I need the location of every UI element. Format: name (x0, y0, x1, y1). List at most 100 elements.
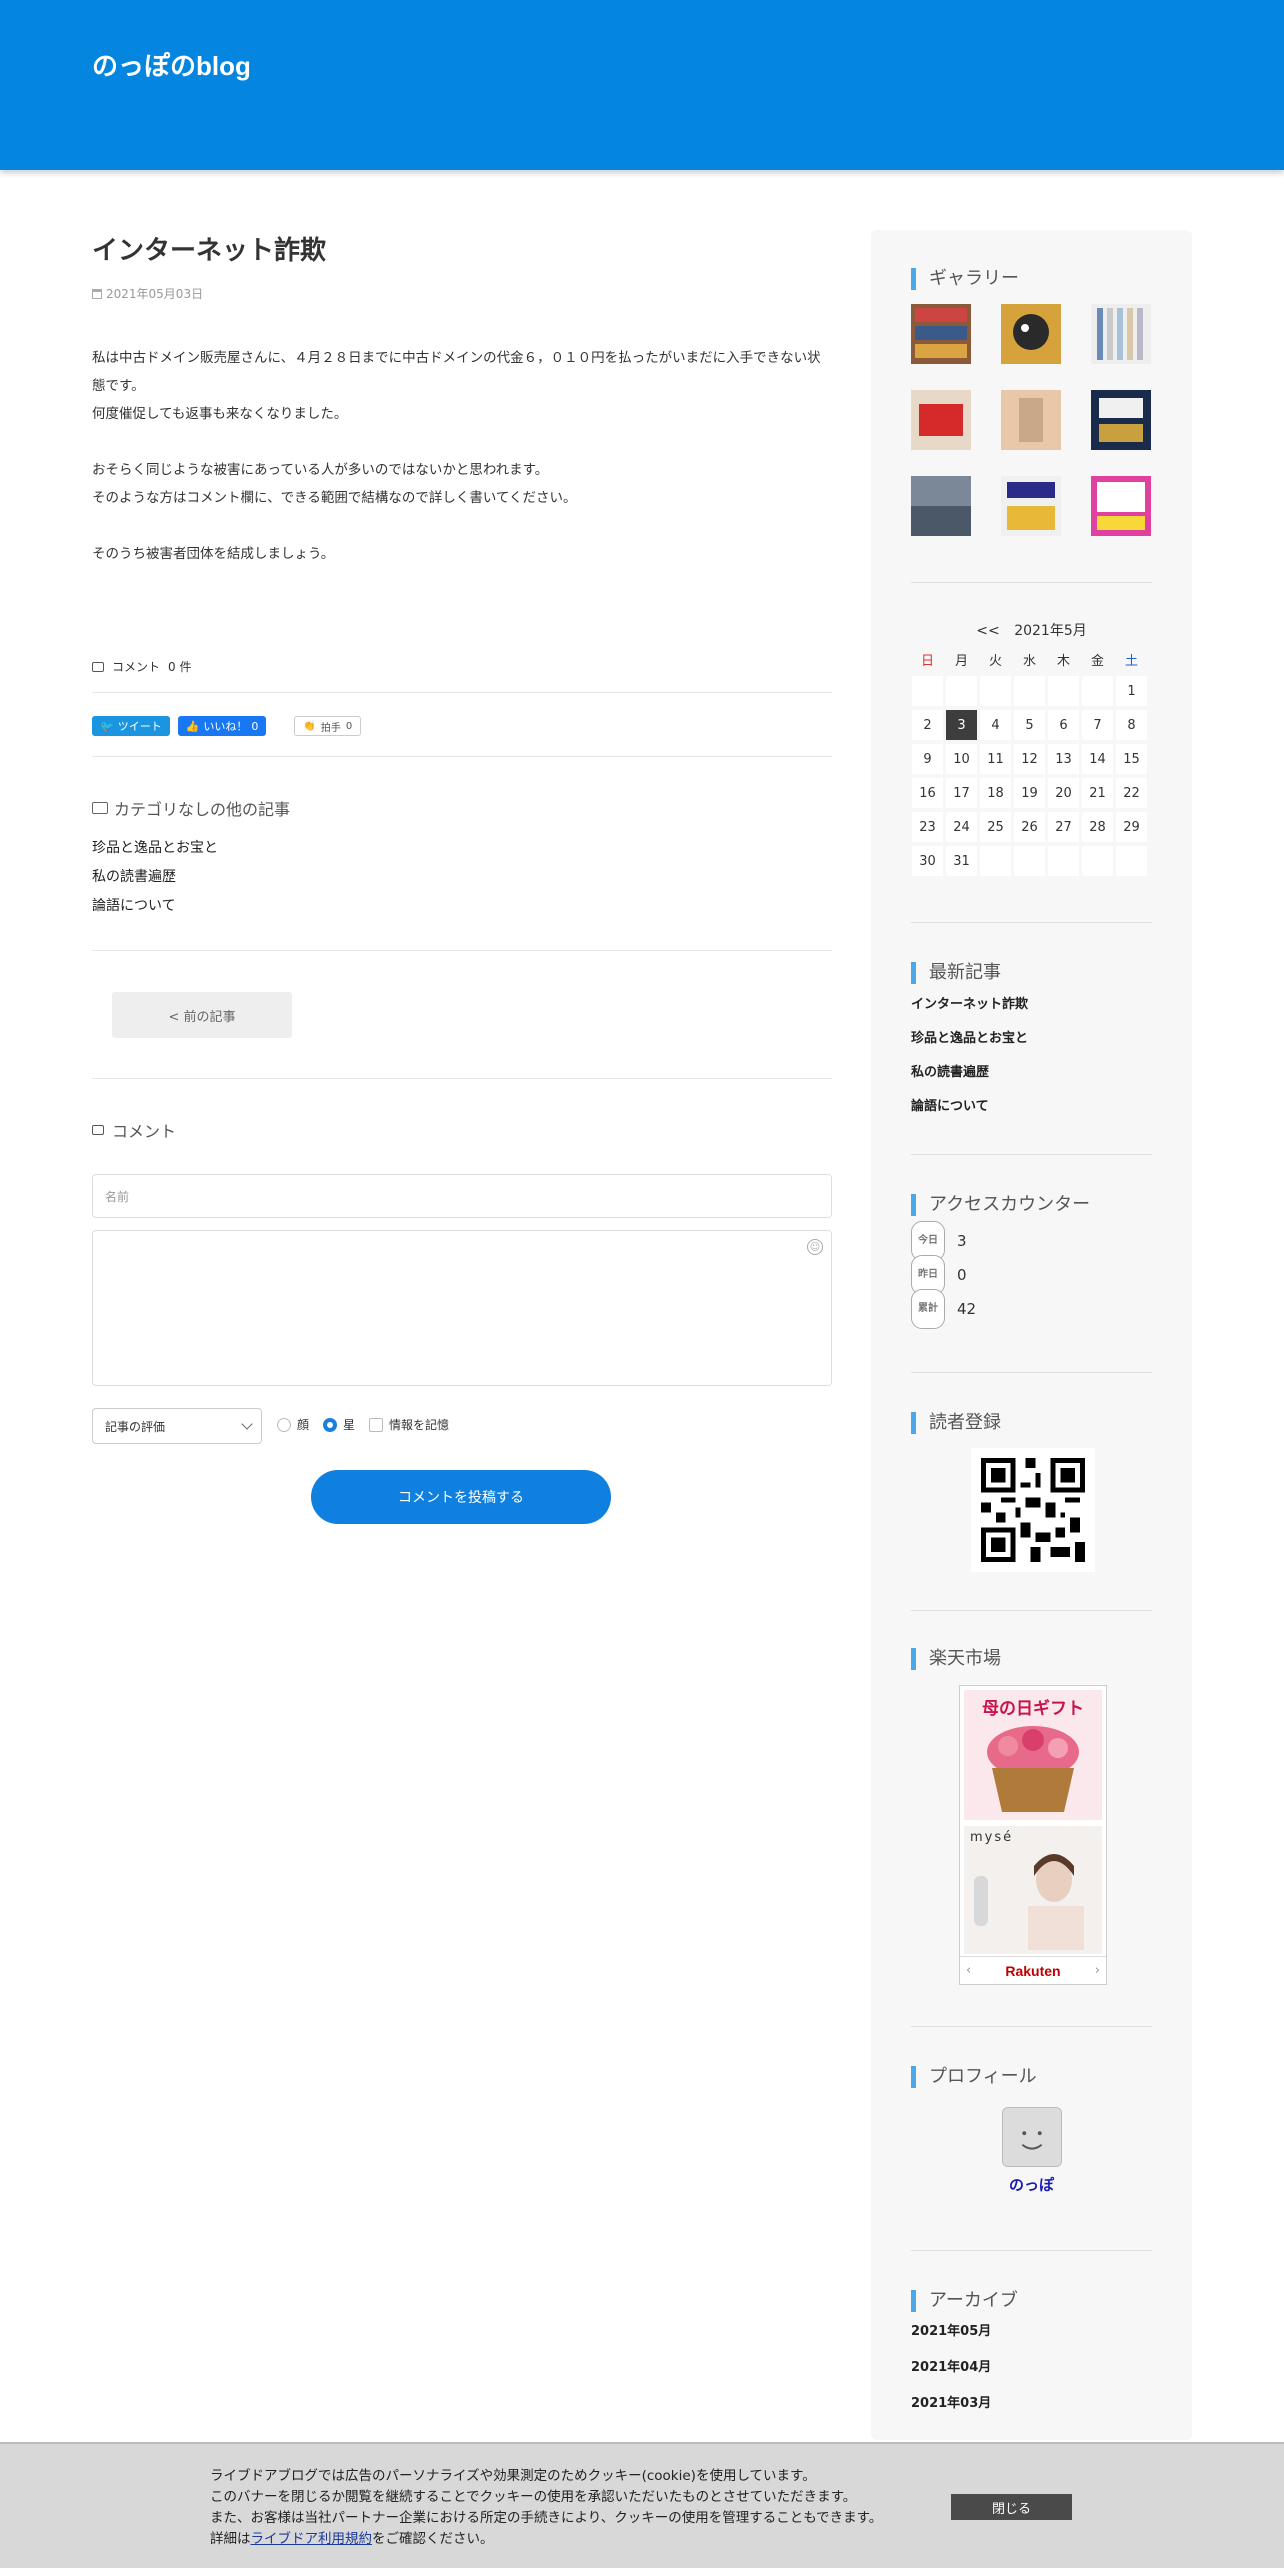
calendar-day[interactable]: 21 (1082, 778, 1113, 808)
gallery-thumb[interactable] (1091, 304, 1151, 364)
calendar-day[interactable]: 4 (980, 710, 1011, 740)
recent-item[interactable]: 論語について (911, 1090, 1028, 1124)
calendar-prev-link[interactable]: << (976, 623, 999, 639)
recent-item[interactable]: 私の読書遍歴 (911, 1056, 1028, 1090)
calendar-day[interactable]: 12 (1014, 744, 1045, 774)
rating-select[interactable]: 記事の評価 (92, 1408, 262, 1444)
rakuten-banner-myse[interactable]: mysé (964, 1826, 1102, 1954)
calendar-day[interactable]: 11 (980, 744, 1011, 774)
article-title[interactable]: インターネット詐欺 (92, 230, 832, 267)
gallery-thumb[interactable] (1091, 476, 1151, 536)
tweet-button[interactable]: 🐦 ツイート (92, 716, 170, 736)
cookie-line: また、お客様は当社パートナー企業における所定の手続きにより、クッキーの使用を管理… (210, 2510, 883, 2526)
clap-button[interactable]: 👏 拍手 0 (294, 716, 362, 736)
rakuten-logo[interactable]: Rakuten (1005, 1963, 1060, 1979)
calendar-day[interactable]: 29 (1116, 812, 1147, 842)
cookie-line: このバナーを閉じるか閲覧を継続することでクッキーの使用を承認いただいたものとさせ… (210, 2489, 857, 2505)
calendar-day[interactable]: 1 (1116, 676, 1147, 706)
rakuten-widget[interactable]: 母の日ギフト mysé ‹ Rakuten › (959, 1685, 1107, 1985)
calendar-day[interactable]: 30 (912, 846, 943, 876)
avatar[interactable] (1002, 2107, 1062, 2167)
divider (92, 692, 832, 693)
checkbox-indicator (369, 1417, 384, 1432)
article-paragraph (92, 428, 832, 456)
name-placeholder: 名前 (105, 1189, 130, 1204)
calendar-day[interactable]: 25 (980, 812, 1011, 842)
calendar-day[interactable]: 7 (1082, 710, 1113, 740)
gallery-thumb[interactable] (911, 476, 971, 536)
chevron-right-icon[interactable]: › (1095, 1963, 1100, 1978)
calendar-day[interactable]: 9 (912, 744, 943, 774)
calendar-day[interactable]: 27 (1048, 812, 1079, 842)
sidebar: ギャラリー << 2021年5月 日月火水木金土 1 2 3 4 5 6 7 8 9 10 11 12 1… (871, 230, 1192, 2440)
category-item[interactable]: 私の読書遍歴 (92, 863, 218, 892)
calendar-day[interactable]: 13 (1048, 744, 1079, 774)
clap-count: 0 (345, 720, 353, 732)
archive-list: 2021年05月 2021年04月 2021年03月 (911, 2314, 991, 2422)
prev-article-button[interactable]: < 前の記事 (112, 992, 292, 1038)
calendar-grid: 日月火水木金土 1 2 3 4 5 6 7 8 9 10 11 12 13 14 15 16 17 18 19 20 21… (911, 650, 1152, 878)
calendar-day[interactable]: 14 (1082, 744, 1113, 774)
cookie-close-button[interactable]: 閉じる (951, 2494, 1072, 2520)
gallery-thumb[interactable] (1001, 304, 1061, 364)
chevron-left-icon[interactable]: ‹ (966, 1963, 971, 1978)
calendar-day[interactable]: 23 (912, 812, 943, 842)
calendar-day[interactable]: 2 (912, 710, 943, 740)
calendar-day[interactable]: 8 (1116, 710, 1147, 740)
name-input[interactable]: 名前 (92, 1174, 832, 1218)
comment-count[interactable]: コメント 0 件 (92, 658, 191, 675)
comment-textarea[interactable]: ☺ (92, 1230, 832, 1386)
profile-name[interactable]: のっぽ (871, 2174, 1192, 2195)
gallery-thumb[interactable] (1091, 390, 1151, 450)
clap-label: 拍手 (320, 722, 341, 734)
archive-item[interactable]: 2021年03月 (911, 2386, 991, 2422)
calendar-day[interactable]: 28 (1082, 812, 1113, 842)
archive-item[interactable]: 2021年04月 (911, 2350, 991, 2386)
calendar-day[interactable]: 19 (1014, 778, 1045, 808)
calendar-day[interactable]: 15 (1116, 744, 1147, 774)
qr-code[interactable] (971, 1448, 1095, 1572)
calendar-day[interactable]: 6 (1048, 710, 1079, 740)
category-list: 珍品と逸品とお宝と 私の読書遍歴 論語について (92, 834, 218, 921)
comment-icon (92, 661, 104, 672)
chevron-down-icon (241, 1418, 253, 1430)
submit-comment-button[interactable]: コメントを投稿する (311, 1470, 611, 1524)
calendar-day[interactable]: 20 (1048, 778, 1079, 808)
recent-item[interactable]: 珍品と逸品とお宝と (911, 1022, 1028, 1056)
article-paragraph: おそらく同じような被害にあっている人が多いのではないかと思われます。 (92, 462, 549, 478)
recent-title: 最新記事 (911, 962, 1001, 984)
calendar-day[interactable]: 24 (946, 812, 977, 842)
calendar-day[interactable]: 31 (946, 846, 977, 876)
category-item[interactable]: 論語について (92, 892, 218, 921)
remember-checkbox[interactable]: 情報を記憶 (369, 1416, 449, 1433)
calendar-day[interactable]: 5 (1014, 710, 1045, 740)
rakuten-banner-mothers-day[interactable]: 母の日ギフト (964, 1690, 1102, 1820)
emoji-icon[interactable]: ☺ (807, 1239, 823, 1255)
calendar-month: 2021年5月 (1014, 623, 1087, 639)
facebook-like-button[interactable]: 👍 いいね！ 0 (177, 716, 267, 736)
counter-row-yesterday: 昨日 0 (911, 1255, 976, 1295)
radio-face[interactable]: 顔 (277, 1416, 309, 1433)
radio-star[interactable]: 星 (323, 1416, 355, 1433)
calendar-day[interactable]: 17 (946, 778, 977, 808)
recent-item[interactable]: インターネット詐欺 (911, 988, 1028, 1022)
counter-value: 0 (957, 1266, 967, 1284)
cookie-line-post: をご確認ください。 (372, 2531, 494, 2547)
calendar-day[interactable]: 10 (946, 744, 977, 774)
terms-link[interactable]: ライブドア利用規約 (251, 2531, 373, 2547)
counter-list: 今日 3 昨日 0 累計 42 (911, 1221, 976, 1329)
gallery-thumb[interactable] (911, 304, 971, 364)
archive-item[interactable]: 2021年05月 (911, 2314, 991, 2350)
site-title[interactable]: のっぽのblog (92, 46, 251, 83)
calendar-day[interactable]: 26 (1014, 812, 1045, 842)
category-item[interactable]: 珍品と逸品とお宝と (92, 834, 218, 863)
calendar-day[interactable]: 22 (1116, 778, 1147, 808)
calendar-day[interactable]: 18 (980, 778, 1011, 808)
gallery-thumb[interactable] (911, 390, 971, 450)
gallery-thumb[interactable] (1001, 390, 1061, 450)
counter-row-total: 累計 42 (911, 1289, 976, 1329)
calendar-day[interactable]: 3 (946, 710, 977, 740)
calendar-day[interactable]: 16 (912, 778, 943, 808)
cookie-banner: ライブドアブログでは広告のパーソナライズや効果測定のためクッキー(cookie)… (0, 2442, 1284, 2568)
gallery-thumb[interactable] (1001, 476, 1061, 536)
